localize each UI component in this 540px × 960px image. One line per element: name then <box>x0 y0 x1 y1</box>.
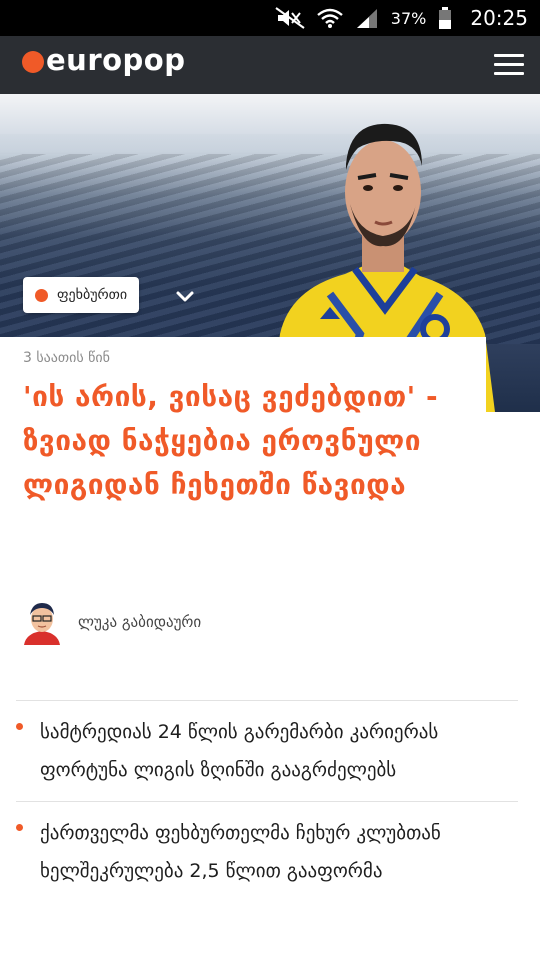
logo-dot <box>22 50 44 73</box>
wifi-icon <box>317 7 343 29</box>
battery-percent: 37% <box>390 8 427 28</box>
category-chip[interactable]: ფეხბურთი <box>23 277 140 313</box>
hamburger-icon[interactable] <box>494 44 524 84</box>
article-timestamp: 3 საათის წინ <box>23 350 110 366</box>
related-title: სამტრედიას 24 წლის გარემარბი კარიერას ფო… <box>40 721 439 781</box>
article-card: 3 საათის წინ 'ის არის, ვისაც ვეძებდით' -… <box>0 337 486 667</box>
author-name: ლუკა გაბიდაური <box>78 613 202 631</box>
signal-icon <box>355 7 379 29</box>
list-item[interactable]: სამტრედიას 24 წლის გარემარბი კარიერას ფო… <box>16 700 518 801</box>
list-item[interactable]: ქართველმა ფეხბურთელმა ჩეხურ კლუბთან ხელშ… <box>16 801 518 902</box>
logo-text: europop <box>46 43 186 77</box>
status-bar: 37% 20:25 <box>0 0 540 36</box>
related-articles: სამტრედიას 24 წლის გარემარბი კარიერას ფო… <box>16 700 518 902</box>
clock: 20:25 <box>470 6 528 30</box>
bullet-icon <box>16 723 23 730</box>
bullet-icon <box>16 824 23 831</box>
chevron-down-icon[interactable] <box>170 283 200 309</box>
category-dot <box>35 288 48 302</box>
app-header: europop <box>0 36 540 94</box>
battery-icon <box>438 7 452 29</box>
category-label: ფეხბურთი <box>57 287 128 303</box>
europop-logo[interactable]: europop <box>22 43 185 77</box>
mute-icon <box>275 7 305 29</box>
related-title: ქართველმა ფეხბურთელმა ჩეხურ კლუბთან ხელშ… <box>40 822 441 882</box>
author-block[interactable]: ლუკა გაბიდაური <box>20 599 201 645</box>
article-title[interactable]: 'ის არის, ვისაც ვეძებდით' - ზვიად ნაჭყებ… <box>23 375 478 507</box>
author-avatar <box>20 599 64 645</box>
